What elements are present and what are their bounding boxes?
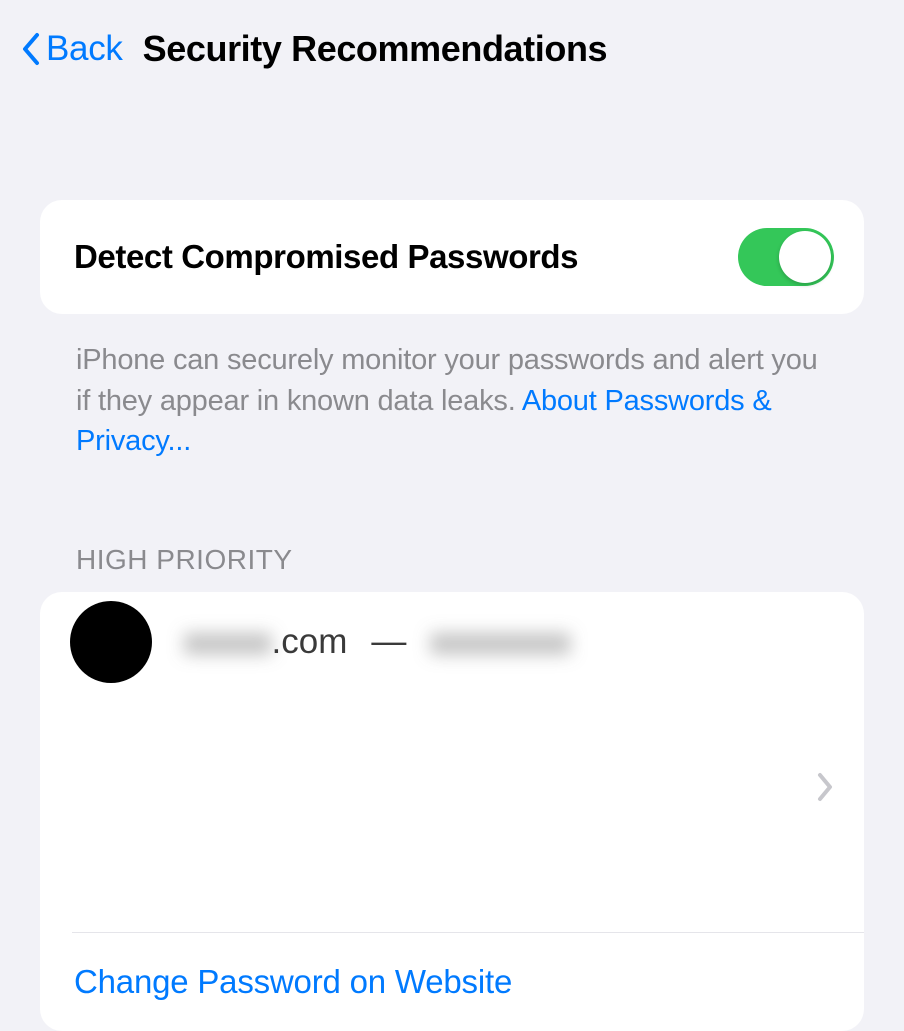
password-item-row[interactable]: xxxxx.com — xxxxxxxx	[40, 592, 864, 932]
toggle-knob	[779, 231, 831, 283]
password-item-card: xxxxx.com — xxxxxxxx Change Password on …	[40, 592, 864, 1031]
item-text: xxxxx.com — xxxxxxxx	[184, 622, 834, 662]
detect-compromised-row: Detect Compromised Passwords	[40, 200, 864, 314]
change-password-button[interactable]: Change Password on Website	[74, 963, 512, 1000]
back-button[interactable]: Back	[20, 29, 123, 69]
page-title: Security Recommendations	[143, 28, 608, 70]
site-icon	[70, 601, 152, 683]
chevron-left-icon	[20, 31, 42, 67]
section-header-high-priority: HIGH PRIORITY	[40, 544, 864, 592]
description-text: iPhone can securely monitor your passwor…	[40, 314, 864, 462]
back-label: Back	[46, 29, 123, 69]
detect-compromised-toggle[interactable]	[738, 228, 834, 286]
detect-compromised-card: Detect Compromised Passwords	[40, 200, 864, 314]
detect-compromised-label: Detect Compromised Passwords	[74, 238, 578, 276]
chevron-right-icon	[816, 772, 834, 802]
